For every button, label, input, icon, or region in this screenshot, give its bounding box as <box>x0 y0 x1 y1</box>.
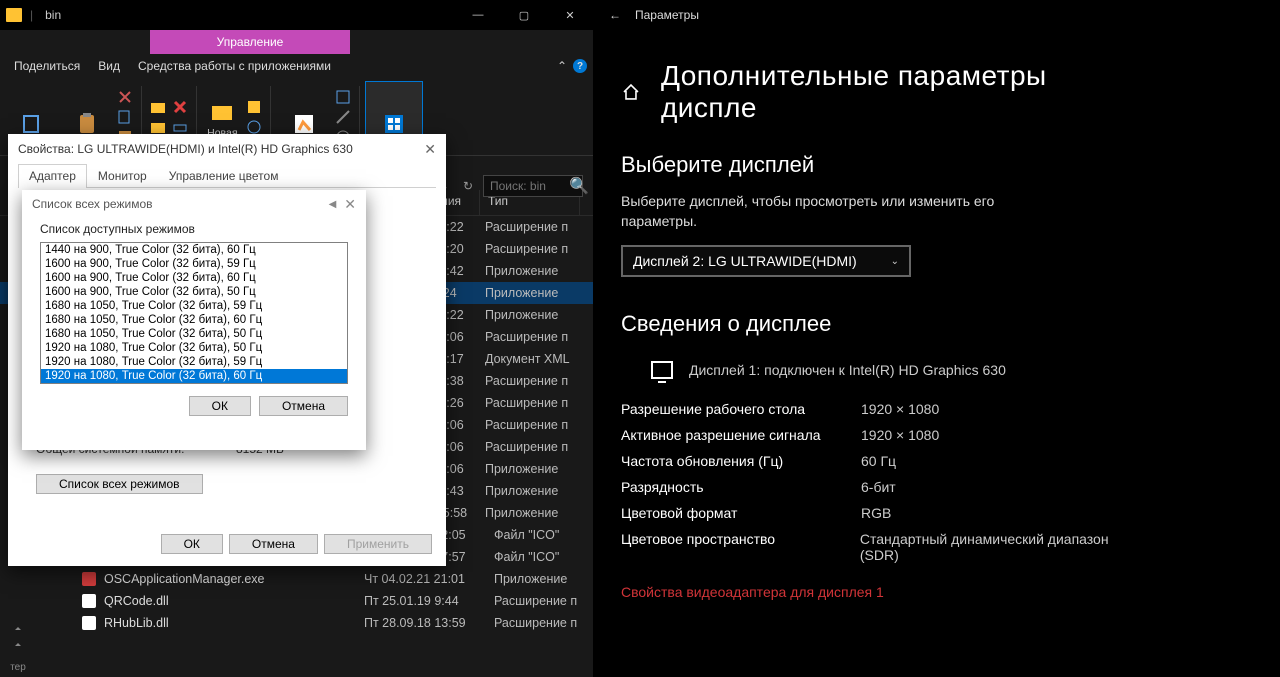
display-properties-list: Разрешение рабочего стола1920 × 1080Акти… <box>593 392 1150 568</box>
chevron-down-icon: ⌄ <box>891 256 899 267</box>
cut-icon[interactable] <box>117 89 133 105</box>
file-icon <box>82 572 96 586</box>
cancel-button[interactable]: Отмена <box>259 396 348 416</box>
file-row[interactable]: RHubLib.dllПт 28.09.18 13:59Расширение п <box>0 612 593 634</box>
help-icon[interactable]: ? <box>573 59 587 73</box>
mode-option[interactable]: 1680 на 1050, True Color (32 бита), 50 Г… <box>41 327 347 341</box>
cancel-button[interactable]: Отмена <box>229 534 318 554</box>
refresh-icon[interactable]: ↻ <box>459 177 477 195</box>
adapter-properties-link[interactable]: Свойства видеоадаптера для дисплея 1 <box>593 568 1150 600</box>
monitor-icon <box>651 361 673 379</box>
close-icon[interactable]: ✕ <box>344 196 356 213</box>
property-row: Активное разрешение сигнала1920 × 1080 <box>621 422 1150 448</box>
file-row[interactable]: OSCApplicationManager.exeЧт 04.02.21 21:… <box>0 568 593 590</box>
mode-option[interactable]: 1920 на 1080, True Color (32 бита), 60 Г… <box>41 369 347 383</box>
subtab-view[interactable]: Вид <box>98 59 120 73</box>
subtab-apptools[interactable]: Средства работы с приложениями <box>138 59 331 73</box>
tab-management[interactable]: Управление <box>150 30 350 54</box>
open-icon[interactable] <box>335 89 351 105</box>
mode-option[interactable]: 1440 на 900, True Color (32 бита), 60 Гц <box>41 243 347 257</box>
mode-option[interactable]: 1680 на 1050, True Color (32 бита), 59 Г… <box>41 299 347 313</box>
modes-group-label: Список доступных режимов <box>22 218 366 240</box>
ribbon-tabs: Управление <box>0 30 593 54</box>
addressbar-fragment: ⌄ ↻ 🔍 <box>435 175 589 197</box>
explorer-titlebar: | bin — ▢ ✕ <box>0 0 593 30</box>
new-item-icon[interactable] <box>246 99 262 115</box>
subtab-share[interactable]: Поделиться <box>14 59 80 73</box>
close-button[interactable]: ✕ <box>547 0 593 30</box>
dialog2-marker-icon: ◀ <box>329 199 337 210</box>
pin-icon[interactable] <box>13 636 23 646</box>
copy-to-icon[interactable] <box>150 119 166 135</box>
display-selector-dropdown[interactable]: Дисплей 2: LG ULTRAWIDE(HDMI) ⌄ <box>621 245 911 277</box>
maximize-button[interactable]: ▢ <box>501 0 547 30</box>
taskbar-label: тер <box>10 662 26 673</box>
window-title: bin <box>45 8 61 22</box>
copy-path-icon[interactable] <box>117 109 133 125</box>
edit-icon[interactable] <box>335 109 351 125</box>
easy-access-icon[interactable] <box>246 119 262 135</box>
file-row[interactable]: QRCode.dllПт 25.01.19 9:44Расширение п <box>0 590 593 612</box>
property-row: Цветовой форматRGB <box>621 500 1150 526</box>
tab-adapter[interactable]: Адаптер <box>18 164 87 188</box>
pin-icon[interactable] <box>13 620 23 630</box>
choose-display-desc: Выберите дисплей, чтобы просмотреть или … <box>593 182 1053 245</box>
back-icon[interactable]: ← <box>609 8 621 22</box>
ribbon-subtabs: Поделиться Вид Средства работы с приложе… <box>0 54 593 78</box>
property-row: Разрешение рабочего стола1920 × 1080 <box>621 396 1150 422</box>
dialog-titlebar: Свойства: LG ULTRAWIDE(HDMI) и Intel(R) … <box>8 134 446 164</box>
close-icon[interactable]: ✕ <box>424 141 436 158</box>
ribbon-collapse-icon[interactable]: ⌃ <box>557 59 567 73</box>
minimize-button[interactable]: — <box>455 0 501 30</box>
search-icon[interactable]: 🔍 <box>569 176 589 196</box>
mode-option[interactable]: 1920 на 1080, True Color (32 бита), 50 Г… <box>41 341 347 355</box>
tab-colormgmt[interactable]: Управление цветом <box>158 164 290 187</box>
property-row: Разрядность6-бит <box>621 474 1150 500</box>
move-to-icon[interactable] <box>150 99 166 115</box>
mode-option[interactable]: 1680 на 1050, True Color (32 бита), 60 Г… <box>41 313 347 327</box>
folder-icon <box>6 8 22 22</box>
dialog-title: Свойства: LG ULTRAWIDE(HDMI) и Intel(R) … <box>18 142 353 156</box>
mode-option[interactable]: 1600 на 900, True Color (32 бита), 60 Гц <box>41 271 347 285</box>
tab-monitor[interactable]: Монитор <box>87 164 158 187</box>
file-icon <box>82 616 96 630</box>
property-row: Частота обновления (Гц)60 Гц <box>621 448 1150 474</box>
dialog2-titlebar: Список всех режимов ◀ ✕ <box>22 190 366 218</box>
settings-app-label: Параметры <box>635 8 699 22</box>
ok-button[interactable]: ОК <box>189 396 251 416</box>
search-input[interactable] <box>483 175 583 197</box>
connected-display-info: Дисплей 1: подключен к Intel(R) HD Graph… <box>593 362 1150 392</box>
file-icon <box>82 594 96 608</box>
list-all-modes-button[interactable]: Список всех режимов <box>36 474 203 494</box>
all-modes-dialog: Список всех режимов ◀ ✕ Список доступных… <box>22 190 366 450</box>
ok-button[interactable]: ОК <box>161 534 223 554</box>
apply-button[interactable]: Применить <box>324 534 432 554</box>
section-display-info: Сведения о дисплее <box>621 311 1150 337</box>
property-row: Цветовое пространствоСтандартный динамич… <box>621 526 1150 568</box>
settings-window: ← Параметры Дополнительные параметры дис… <box>593 0 1150 677</box>
mode-option[interactable]: 1600 на 900, True Color (32 бита), 50 Гц <box>41 285 347 299</box>
mode-option[interactable]: 1600 на 900, True Color (32 бита), 59 Гц <box>41 257 347 271</box>
delete-icon[interactable] <box>172 99 188 115</box>
modes-listbox[interactable]: 1440 на 900, True Color (32 бита), 60 Гц… <box>40 242 348 384</box>
taskbar-fragment: тер <box>0 616 36 677</box>
home-icon[interactable] <box>621 82 641 102</box>
qa-divider: | <box>30 8 33 22</box>
dialog2-title: Список всех режимов <box>32 197 153 211</box>
page-title: Дополнительные параметры диспле <box>661 60 1150 124</box>
dropdown-value: Дисплей 2: LG ULTRAWIDE(HDMI) <box>633 253 857 269</box>
rename-icon[interactable] <box>172 119 188 135</box>
dialog-tabs: Адаптер Монитор Управление цветом <box>18 164 436 188</box>
section-choose-display: Выберите дисплей <box>621 152 1150 178</box>
settings-titlebar: ← Параметры <box>593 0 1150 30</box>
mode-option[interactable]: 1920 на 1080, True Color (32 бита), 59 Г… <box>41 355 347 369</box>
